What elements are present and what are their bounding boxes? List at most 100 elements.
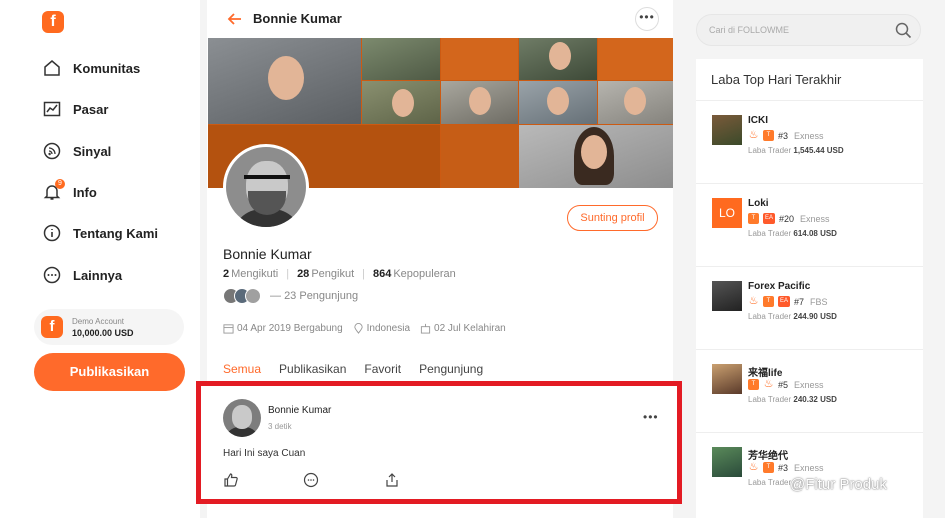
trader-item[interactable]: ICKI ♨ T #3 Exness Laba Trader 1,545.44 … (696, 101, 923, 184)
trader-profit: Laba Trader 614.08 USD (748, 229, 837, 238)
cover-color-tile (598, 38, 673, 80)
flame-icon: ♨ (763, 378, 774, 390)
comment-icon[interactable] (303, 472, 319, 488)
trader-rank: #7 (794, 296, 805, 307)
nav-item-tentang-kami[interactable]: Tentang Kami (42, 221, 158, 245)
cover-photo-tile (519, 38, 597, 80)
trader-item[interactable]: Forex Pacific ♨ T EA #7 FBS Laba Trader … (696, 267, 923, 350)
rss-icon (42, 141, 62, 161)
trader-rank: #3 (778, 462, 789, 473)
trader-badge-icon: T (748, 379, 759, 390)
followme-logo[interactable]: f (42, 11, 64, 33)
search-input[interactable] (709, 22, 889, 38)
demo-logo-icon: f (41, 316, 63, 338)
stat-following[interactable]: 2 Mengikuti (223, 268, 278, 280)
profile-meta: 04 Apr 2019 Bergabung Indonesia 02 Jul K… (223, 323, 516, 334)
trader-broker: Exness (800, 213, 830, 224)
trader-item[interactable]: 芳华绝代 ♨ T #3 Exness Laba Trader (696, 433, 923, 516)
trader-broker: FBS (810, 296, 828, 307)
trader-name: ICKI (748, 115, 768, 126)
tab-pengunjung[interactable]: Pengunjung (419, 362, 483, 382)
ea-badge-icon: EA (778, 296, 790, 307)
nav-label: Info (73, 184, 97, 200)
cover-face (268, 56, 304, 100)
profile-name: Bonnie Kumar (223, 246, 312, 262)
cover-face (469, 87, 491, 115)
stat-popularity: 864 Kepopuleran (372, 268, 456, 280)
page-title: Bonnie Kumar (253, 11, 342, 26)
cover-photo-tile (208, 38, 361, 124)
post-text: Hari Ini saya Cuan (223, 448, 306, 459)
watermark-text: @Fitur Produk (790, 476, 887, 493)
visitors-row[interactable]: — 23 Pengunjung (223, 288, 358, 304)
cover-photo-tile (441, 81, 518, 124)
demo-account-balance: 10,000.00 USD (72, 327, 134, 338)
nav-item-lainnya[interactable]: Lainnya (42, 263, 122, 287)
cover-color-tile (441, 38, 518, 80)
tab-publikasikan[interactable]: Publikasikan (279, 362, 346, 382)
tab-favorit[interactable]: Favorit (364, 362, 401, 382)
home-icon (42, 58, 62, 78)
more-options-icon[interactable]: ••• (635, 7, 659, 31)
trader-name: Loki (748, 198, 769, 209)
right-column: Laba Top Hari Terakhir ICKI ♨ T #3 Exnes… (696, 0, 923, 518)
nav-label: Pasar (73, 101, 109, 117)
trader-item[interactable]: 来福life T ♨ #5 Exness Laba Trader 240.32 … (696, 350, 923, 433)
nav-item-pasar[interactable]: Pasar (42, 97, 108, 121)
search-bar (696, 14, 921, 46)
trader-profit: Laba Trader 240.32 USD (748, 395, 837, 404)
trader-profit: Laba Trader 1,545.44 USD (748, 146, 844, 155)
trader-profit: Laba Trader 244.90 USD (748, 312, 837, 321)
stat-followers[interactable]: 28 Pengikut (297, 268, 354, 280)
cover-photo-tile (362, 38, 440, 80)
profile-avatar[interactable] (223, 144, 309, 230)
more-icon (42, 265, 62, 285)
visitor-avatar (245, 288, 261, 304)
trader-avatar (712, 115, 742, 145)
flame-icon: ♨ (748, 461, 759, 473)
post-card[interactable]: Bonnie Kumar 3 detik ••• Hari Ini saya C… (196, 381, 682, 504)
post-more-icon[interactable]: ••• (643, 410, 659, 424)
tab-semua[interactable]: Semua (223, 362, 261, 382)
cover-photo-tile (598, 81, 673, 124)
post-author-name[interactable]: Bonnie Kumar (268, 405, 331, 416)
trader-name: 芳华绝代 (748, 451, 788, 462)
trader-broker: Exness (794, 130, 824, 141)
birthday: 02 Jul Kelahiran (420, 323, 506, 334)
ea-badge-icon: EA (763, 213, 775, 224)
trader-avatar (712, 447, 742, 477)
nav-item-komunitas[interactable]: Komunitas (42, 56, 140, 80)
bell-icon: 9 (42, 179, 65, 202)
trader-item[interactable]: LO Loki T EA #20 Exness Laba Trader 614.… (696, 184, 923, 267)
divider: | (362, 268, 365, 280)
trader-badge-icon: T (763, 462, 774, 473)
calendar-icon (223, 324, 234, 334)
nav-item-info[interactable]: 9 Info (42, 179, 97, 204)
trader-rank-row: ♨ T #3 Exness (748, 130, 824, 141)
nav-label: Tentang Kami (73, 225, 158, 241)
trader-name: Forex Pacific (748, 281, 811, 292)
trader-rank: #20 (779, 213, 795, 224)
visitors-count: — 23 Pengunjung (270, 290, 359, 302)
location-pin-icon (354, 323, 363, 334)
demo-account-title: Demo Account (72, 316, 125, 326)
search-icon[interactable] (895, 22, 912, 39)
nav-label: Lainnya (73, 267, 123, 283)
profile-header: Bonnie Kumar ••• (207, 0, 673, 38)
nav-item-sinyal[interactable]: Sinyal (42, 139, 111, 163)
trader-rank-row: ♨ T #3 Exness (748, 462, 824, 473)
like-icon[interactable] (223, 472, 239, 488)
share-icon[interactable] (384, 472, 400, 488)
info-icon (42, 223, 62, 243)
publish-button[interactable]: Publikasikan (34, 353, 185, 391)
avatar-glasses (244, 175, 290, 185)
demo-account-card[interactable]: f Demo Account 10,000.00 USD (34, 309, 184, 345)
back-arrow-icon[interactable] (225, 9, 245, 29)
edit-profile-button[interactable]: Sunting profil (567, 205, 658, 231)
cover-face (624, 87, 646, 115)
cover-face (581, 135, 607, 169)
birthday-icon (420, 323, 431, 334)
post-author-avatar[interactable] (223, 399, 261, 437)
cover-face (547, 87, 569, 115)
trader-avatar (712, 364, 742, 394)
